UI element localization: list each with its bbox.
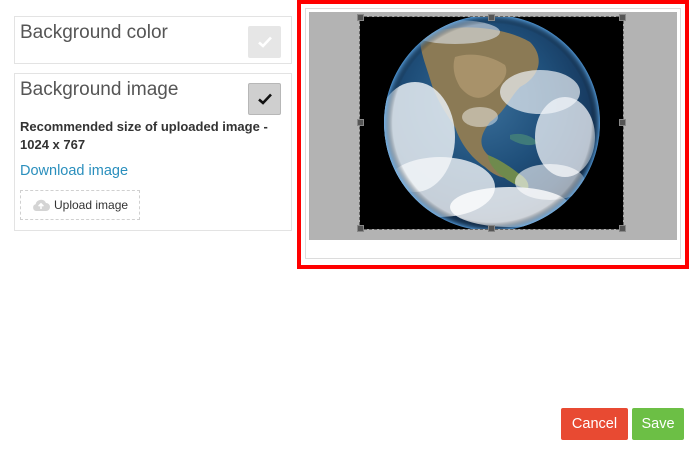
crop-handle-s[interactable] — [488, 225, 495, 232]
crop-handle-nw[interactable] — [357, 14, 364, 21]
crop-handle-n[interactable] — [488, 14, 495, 21]
image-preview-highlight — [297, 0, 689, 269]
background-color-card: Background color — [14, 16, 292, 64]
save-button[interactable]: Save — [632, 408, 684, 440]
background-color-title: Background color — [20, 22, 168, 43]
crop-canvas[interactable] — [309, 12, 677, 240]
cancel-button[interactable]: Cancel — [561, 408, 628, 440]
download-image-link[interactable]: Download image — [20, 163, 128, 179]
background-color-checkbox[interactable] — [248, 26, 281, 58]
recommended-size-text: Recommended size of uploaded image - 102… — [20, 119, 268, 152]
upload-image-label: Upload image — [54, 198, 129, 212]
crop-handle-se[interactable] — [619, 225, 626, 232]
background-image-checkbox[interactable] — [248, 83, 281, 115]
crop-handle-ne[interactable] — [619, 14, 626, 21]
background-image-card: Background image Recommended size of upl… — [14, 73, 292, 231]
image-preview-panel — [305, 8, 681, 259]
crop-handle-w[interactable] — [357, 119, 364, 126]
crop-handle-e[interactable] — [619, 119, 626, 126]
cloud-upload-icon — [31, 198, 51, 212]
upload-image-button[interactable]: Upload image — [20, 190, 140, 220]
check-icon — [257, 93, 272, 105]
check-icon — [257, 36, 272, 48]
earth-image — [360, 15, 623, 231]
crop-handle-sw[interactable] — [357, 225, 364, 232]
background-image-title: Background image — [20, 79, 179, 100]
crop-selection[interactable] — [357, 14, 626, 232]
